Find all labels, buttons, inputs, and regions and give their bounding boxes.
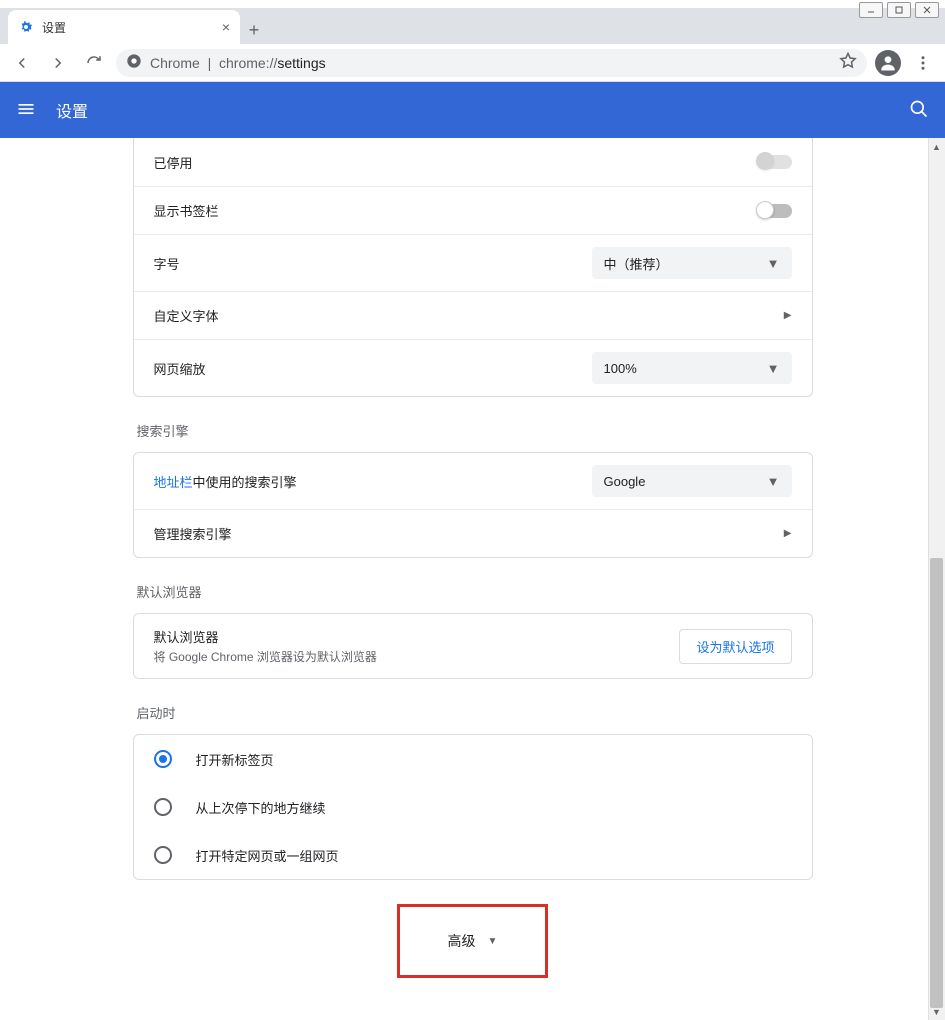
chevron-down-icon: ▼ <box>767 474 780 489</box>
appearance-card: 已停用 显示书签栏 字号 中（推荐） ▼ 自定义字体 ▶ 网页缩放 <box>133 138 813 397</box>
chevron-right-icon: ▶ <box>784 310 792 321</box>
address-bar[interactable]: Chrome | chrome://settings <box>116 49 867 77</box>
section-title-search: 搜索引擎 <box>137 421 813 440</box>
search-engine-dropdown[interactable]: Google ▼ <box>592 465 792 497</box>
new-tab-button[interactable]: + <box>240 16 268 44</box>
section-title-default-browser: 默认浏览器 <box>137 582 813 601</box>
row-font-size: 字号 中（推荐） ▼ <box>134 234 812 291</box>
dropdown-value: 100% <box>604 361 637 376</box>
row-disabled-theme[interactable]: 已停用 <box>134 138 812 186</box>
scroll-down-icon[interactable]: ▼ <box>928 1003 945 1020</box>
default-browser-subtitle: 将 Google Chrome 浏览器设为默认浏览器 <box>154 648 680 665</box>
scroll-up-icon[interactable]: ▲ <box>928 138 945 155</box>
font-size-dropdown[interactable]: 中（推荐） ▼ <box>592 247 792 279</box>
titlebar <box>0 0 945 8</box>
radio-row-continue[interactable]: 从上次停下的地方继续 <box>134 783 812 831</box>
toggle-theme <box>758 155 792 169</box>
radio-new-tab[interactable] <box>154 750 172 768</box>
row-label: 自定义字体 <box>154 306 784 325</box>
dropdown-value: 中（推荐） <box>604 254 669 273</box>
forward-button[interactable] <box>44 49 72 77</box>
content-scroll[interactable]: 已停用 显示书签栏 字号 中（推荐） ▼ 自定义字体 ▶ 网页缩放 <box>0 138 945 1020</box>
star-icon[interactable] <box>839 52 857 73</box>
tabs-row: 设置 × + <box>0 8 945 44</box>
row-label: 网页缩放 <box>154 359 592 378</box>
row-label: 默认浏览器 将 Google Chrome 浏览器设为默认浏览器 <box>154 627 680 665</box>
dropdown-value: Google <box>604 474 646 489</box>
row-custom-font[interactable]: 自定义字体 ▶ <box>134 291 812 339</box>
row-show-bookmarks[interactable]: 显示书签栏 <box>134 186 812 234</box>
radio-row-new-tab[interactable]: 打开新标签页 <box>134 735 812 783</box>
row-label: 字号 <box>154 254 592 273</box>
section-title-startup: 启动时 <box>137 703 813 722</box>
set-default-button[interactable]: 设为默认选项 <box>679 629 791 664</box>
row-label: 地址栏中使用的搜索引擎 <box>154 472 592 491</box>
row-manage-search-engines[interactable]: 管理搜索引擎 ▶ <box>134 509 812 557</box>
row-addressbar-search: 地址栏中使用的搜索引擎 Google ▼ <box>134 453 812 509</box>
tab-settings[interactable]: 设置 × <box>8 10 240 44</box>
zoom-dropdown[interactable]: 100% ▼ <box>592 352 792 384</box>
close-icon[interactable]: × <box>222 19 230 35</box>
default-browser-title: 默认浏览器 <box>154 627 680 646</box>
url-text: Chrome | chrome://settings <box>150 55 326 71</box>
hamburger-icon[interactable] <box>16 99 36 122</box>
radio-label: 打开新标签页 <box>196 750 274 769</box>
gear-icon <box>18 19 34 35</box>
scrollbar-track[interactable]: ▲ ▼ <box>928 138 945 1020</box>
window-controls <box>859 2 939 18</box>
advanced-button[interactable]: 高级 ▼ <box>397 904 549 978</box>
window-maximize-button[interactable] <box>887 2 911 18</box>
search-engine-card: 地址栏中使用的搜索引擎 Google ▼ 管理搜索引擎 ▶ <box>133 452 813 558</box>
tab-title: 设置 <box>42 19 214 36</box>
chrome-icon <box>126 53 142 72</box>
toggle-bookmarks[interactable] <box>758 204 792 218</box>
back-button[interactable] <box>8 49 36 77</box>
advanced-label: 高级 <box>448 931 476 951</box>
chevron-right-icon: ▶ <box>784 528 792 539</box>
row-label: 已停用 <box>154 153 758 172</box>
row-default-browser: 默认浏览器 将 Google Chrome 浏览器设为默认浏览器 设为默认选项 <box>134 614 812 678</box>
search-icon[interactable] <box>909 99 929 122</box>
default-browser-card: 默认浏览器 将 Google Chrome 浏览器设为默认浏览器 设为默认选项 <box>133 613 813 679</box>
chevron-down-icon: ▼ <box>767 361 780 376</box>
radio-label: 打开特定网页或一组网页 <box>196 846 339 865</box>
kebab-menu-button[interactable] <box>909 49 937 77</box>
page-title: 设置 <box>56 98 88 122</box>
address-bar-link[interactable]: 地址栏 <box>154 475 193 490</box>
startup-card: 打开新标签页 从上次停下的地方继续 打开特定网页或一组网页 <box>133 734 813 880</box>
radio-label: 从上次停下的地方继续 <box>196 798 326 817</box>
toolbar: Chrome | chrome://settings <box>0 44 945 82</box>
advanced-section: 高级 ▼ <box>133 904 813 978</box>
profile-button[interactable] <box>875 50 901 76</box>
row-page-zoom: 网页缩放 100% ▼ <box>134 339 812 396</box>
radio-specific-pages[interactable] <box>154 846 172 864</box>
window-minimize-button[interactable] <box>859 2 883 18</box>
chevron-down-icon: ▼ <box>767 256 780 271</box>
row-label: 管理搜索引擎 <box>154 524 784 543</box>
settings-header: 设置 <box>0 82 945 138</box>
window-close-button[interactable] <box>915 2 939 18</box>
radio-row-specific-pages[interactable]: 打开特定网页或一组网页 <box>134 831 812 879</box>
radio-continue[interactable] <box>154 798 172 816</box>
content: 已停用 显示书签栏 字号 中（推荐） ▼ 自定义字体 ▶ 网页缩放 <box>133 138 813 978</box>
row-label: 显示书签栏 <box>154 201 758 220</box>
chevron-down-icon: ▼ <box>488 936 498 947</box>
scrollbar-thumb[interactable] <box>930 558 943 1008</box>
reload-button[interactable] <box>80 49 108 77</box>
